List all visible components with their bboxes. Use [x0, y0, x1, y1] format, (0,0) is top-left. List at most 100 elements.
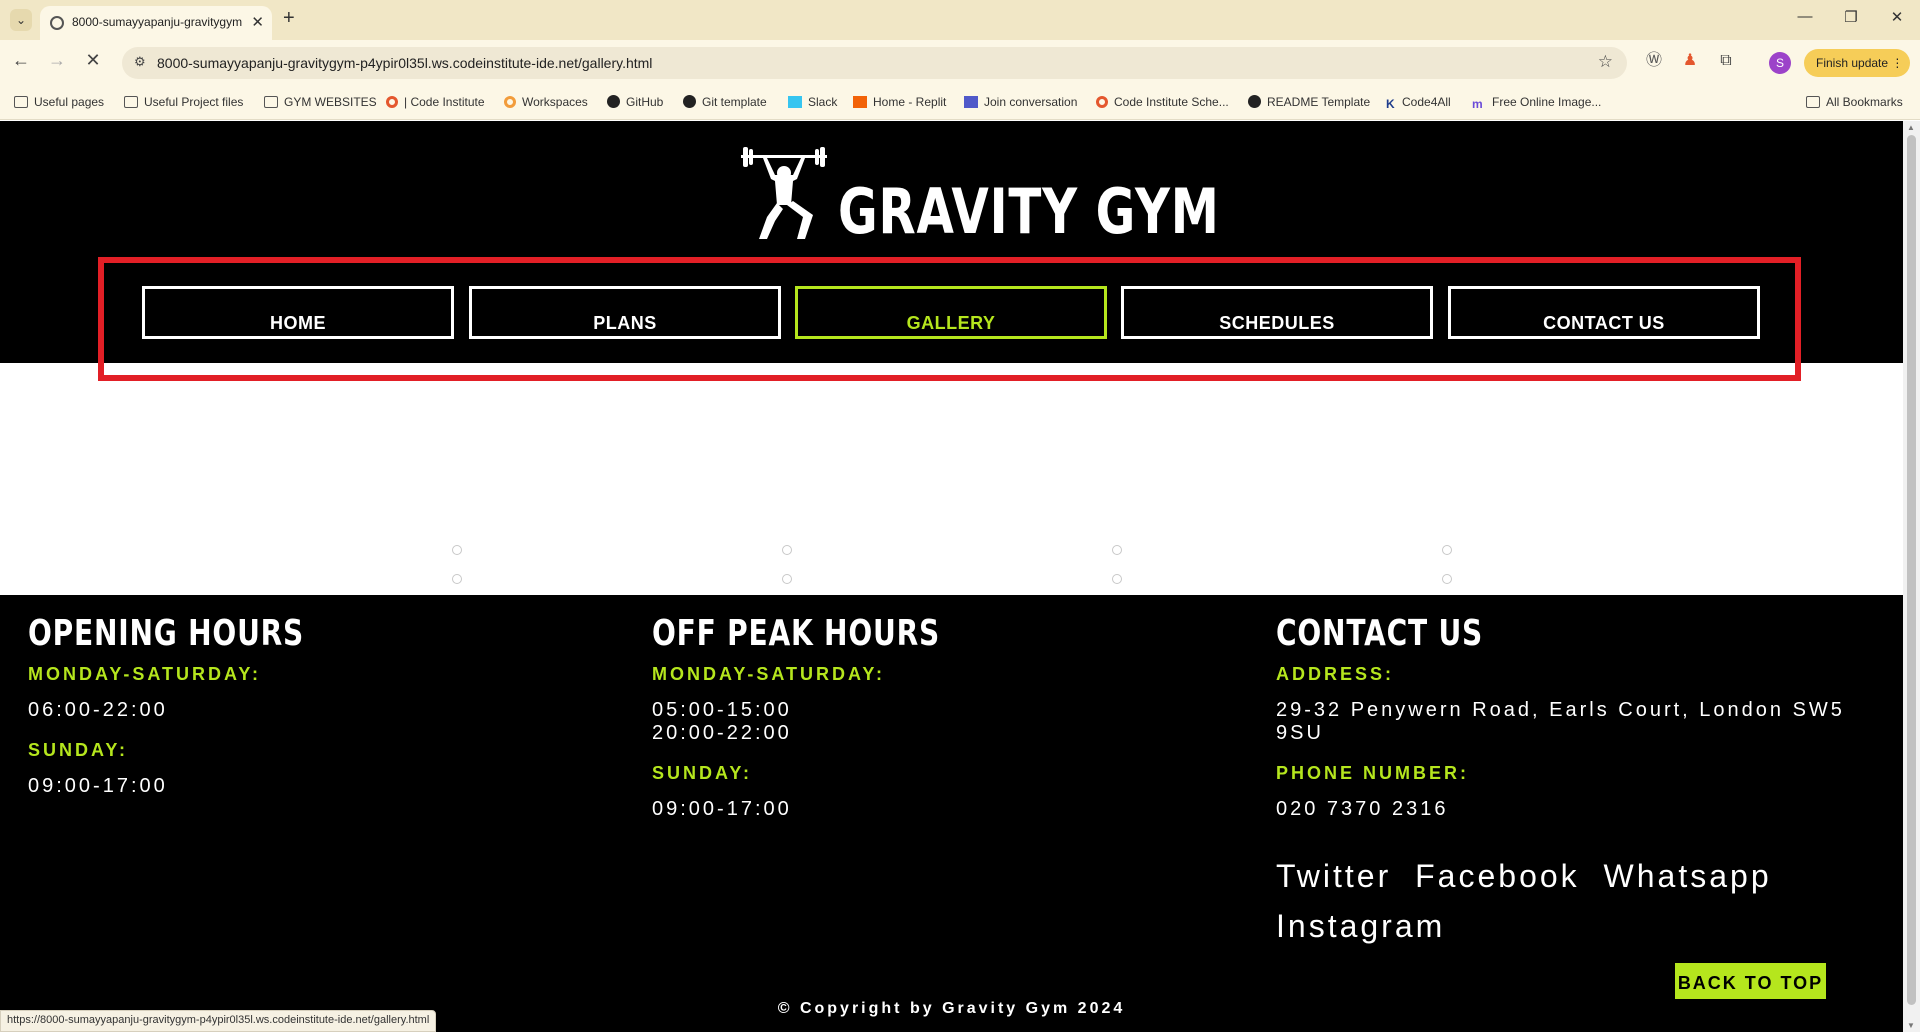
workspaces-icon — [504, 96, 516, 108]
contact-heading: CONTACT US — [1276, 613, 1484, 654]
bookmarks-bar: Useful pages Useful Project files GYM WE… — [0, 86, 1920, 120]
page-scrollbar[interactable]: ▲ ▼ — [1903, 121, 1920, 1032]
stop-loading-icon[interactable]: ✕ — [80, 50, 106, 71]
image-tool-icon: m — [1472, 97, 1483, 111]
teams-icon — [964, 96, 978, 108]
nav-contact-us[interactable]: CONTACT US — [1448, 286, 1760, 339]
off-peak-sunday-label: SUNDAY: — [652, 763, 753, 783]
facebook-link[interactable]: Facebook — [1415, 858, 1580, 894]
phone-value[interactable]: 020 7370 2316 — [1276, 798, 1876, 821]
new-tab-plus-icon[interactable]: + — [283, 7, 295, 30]
bookmark-item[interactable]: Code Institute Sche... — [1096, 95, 1229, 109]
instagram-link[interactable]: Instagram — [1276, 908, 1445, 944]
bookmark-item[interactable]: K Code4All — [1386, 95, 1451, 111]
finish-update-label: Finish update — [1816, 56, 1889, 70]
wordpress-extension-icon[interactable]: Ⓦ — [1643, 50, 1665, 72]
site-info-icon[interactable]: ⚙ — [134, 54, 146, 70]
loading-placeholder — [452, 574, 462, 584]
github-icon — [1248, 95, 1261, 108]
github-icon — [607, 95, 620, 108]
profile-avatar[interactable]: S — [1769, 52, 1791, 74]
back-arrow-icon[interactable]: ← — [8, 50, 34, 71]
github-icon — [683, 95, 696, 108]
loading-placeholder — [452, 545, 462, 555]
minimize-icon[interactable]: — — [1790, 8, 1820, 25]
opening-weekday-value: 06:00-22:00 — [28, 699, 168, 721]
brand-title: GRAVITY GYM — [838, 175, 1220, 248]
finish-update-button[interactable]: Finish update ⋮ — [1804, 49, 1910, 77]
restore-icon[interactable]: ❐ — [1836, 8, 1866, 26]
scroll-thumb[interactable] — [1907, 135, 1916, 1005]
tab-list-chevron-icon[interactable]: ⌄ — [10, 9, 32, 31]
slack-icon — [788, 96, 802, 108]
bookmark-item[interactable]: Git template — [683, 95, 767, 109]
loading-placeholder — [1112, 545, 1122, 555]
folder-icon — [14, 96, 28, 108]
page-viewport: GRAVITY GYM HOME PLANS GALLERY SCHEDULES… — [0, 121, 1903, 1032]
off-peak-weekday-value-2: 20:00-22:00 — [652, 722, 792, 744]
loading-placeholder — [782, 574, 792, 584]
off-peak-hours: OFF PEAK HOURS MONDAY-SATURDAY: 05:00-15… — [652, 613, 1252, 821]
all-bookmarks[interactable]: All Bookmarks — [1806, 95, 1903, 109]
url-text[interactable]: 8000-sumayyapanju-gravitygym-p4ypir0l35l… — [157, 55, 652, 71]
opening-weekday-label: MONDAY-SATURDAY: — [28, 664, 262, 684]
bookmark-item[interactable]: Useful pages — [14, 95, 104, 109]
browser-toolbar: ← → ✕ ⚙ 8000-sumayyapanju-gravitygym-p4y… — [0, 40, 1920, 86]
loading-placeholder — [782, 545, 792, 555]
bookmark-item[interactable]: Join conversation — [964, 95, 1077, 109]
close-icon[interactable]: ✕ — [251, 13, 264, 31]
bookmark-star-icon[interactable]: ☆ — [1598, 52, 1613, 72]
code-institute-icon — [1096, 96, 1108, 108]
opening-sunday-value: 09:00-17:00 — [28, 775, 168, 797]
bookmark-item[interactable]: GitHub — [607, 95, 663, 109]
bookmark-item[interactable]: Workspaces — [504, 95, 588, 109]
off-peak-weekday-value-1: 05:00-15:00 — [652, 699, 792, 721]
bookmark-item[interactable]: | Code Institute — [386, 95, 485, 109]
off-peak-weekday-label: MONDAY-SATURDAY: — [652, 664, 886, 684]
tab-title: 8000-sumayyapanju-gravitygym-p4ypir0l35l — [72, 15, 242, 29]
folder-icon — [264, 96, 278, 108]
weightlifter-logo-icon — [741, 147, 827, 239]
bookmark-item[interactable]: Home - Replit — [853, 95, 946, 109]
loading-placeholder — [1442, 545, 1452, 555]
nav-schedules[interactable]: SCHEDULES — [1121, 286, 1433, 339]
globe-icon — [50, 16, 64, 30]
site-footer: OPENING HOURS MONDAY-SATURDAY: 06:00-22:… — [0, 595, 1903, 1032]
bookmark-item[interactable]: m Free Online Image... — [1472, 95, 1601, 111]
status-bar-url: https://8000-sumayyapanju-gravitygym-p4y… — [0, 1010, 437, 1032]
replit-icon — [853, 96, 867, 108]
loading-placeholder — [1442, 574, 1452, 584]
nav-plans[interactable]: PLANS — [469, 286, 781, 339]
extensions-puzzle-icon[interactable]: ⧉ — [1715, 50, 1737, 72]
twitter-link[interactable]: Twitter — [1276, 858, 1391, 894]
window-close-icon[interactable]: ✕ — [1882, 8, 1912, 26]
site-header: GRAVITY GYM HOME PLANS GALLERY SCHEDULES… — [0, 121, 1903, 381]
off-peak-sunday-value: 09:00-17:00 — [652, 798, 792, 820]
nav-gallery[interactable]: GALLERY — [795, 286, 1107, 339]
scroll-up-arrow-icon[interactable]: ▲ — [1907, 123, 1915, 132]
loading-placeholder — [1112, 574, 1122, 584]
forward-arrow-icon[interactable]: → — [44, 50, 70, 71]
extension-icon[interactable]: ♟ — [1679, 50, 1701, 72]
browser-tab-bar: ⌄ 8000-sumayyapanju-gravitygym-p4ypir0l3… — [0, 0, 1920, 40]
folder-icon — [124, 96, 138, 108]
whatsapp-link[interactable]: Whatsapp — [1604, 858, 1772, 894]
address-bar[interactable]: ⚙ 8000-sumayyapanju-gravitygym-p4ypir0l3… — [122, 47, 1627, 79]
contact-info: CONTACT US ADDRESS: 29-32 Penywern Road,… — [1276, 613, 1876, 951]
address-value: 29-32 Penywern Road, Earls Court, London… — [1276, 699, 1845, 744]
bookmark-item[interactable]: Useful Project files — [124, 95, 243, 109]
bookmark-item[interactable]: GYM WEBSITES — [264, 95, 377, 109]
back-to-top-button[interactable]: BACK TO TOP — [1673, 961, 1828, 1001]
bookmark-item[interactable]: README Template — [1248, 95, 1370, 109]
folder-icon — [1806, 96, 1820, 108]
nav-home[interactable]: HOME — [142, 286, 454, 339]
opening-hours-heading: OPENING HOURS — [28, 613, 305, 654]
scroll-down-arrow-icon[interactable]: ▼ — [1907, 1021, 1915, 1030]
code-institute-icon — [386, 96, 398, 108]
code4all-icon: K — [1386, 97, 1395, 111]
off-peak-heading: OFF PEAK HOURS — [652, 613, 940, 654]
phone-label: PHONE NUMBER: — [1276, 763, 1470, 783]
address-label: ADDRESS: — [1276, 664, 1395, 684]
bookmark-item[interactable]: Slack — [788, 95, 837, 109]
browser-tab[interactable]: 8000-sumayyapanju-gravitygym-p4ypir0l35l… — [40, 6, 272, 40]
